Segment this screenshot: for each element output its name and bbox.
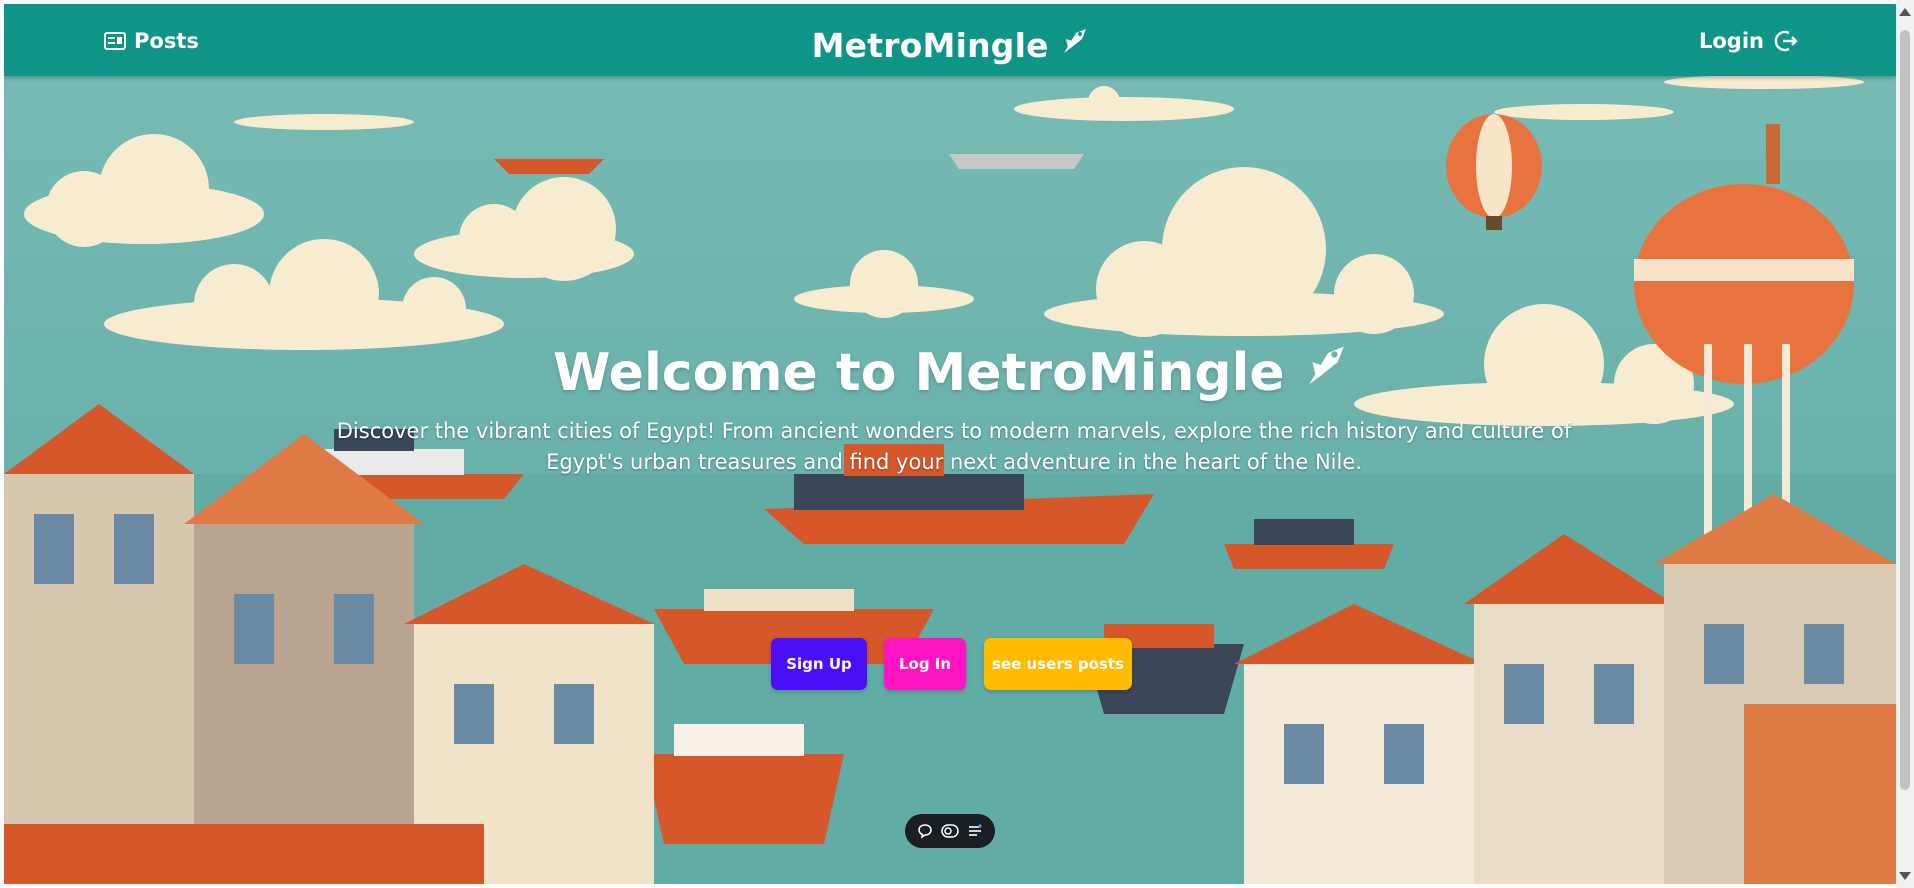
sign-out-icon bbox=[1774, 30, 1798, 52]
toggle-icon[interactable] bbox=[941, 824, 959, 838]
browser-viewport: Posts MetroMingle Login Welcome to Metro… bbox=[4, 4, 1896, 884]
scroll-up-arrow-icon[interactable] bbox=[1899, 8, 1911, 16]
nav-login-label: Login bbox=[1699, 29, 1764, 53]
floating-toolbar bbox=[905, 814, 995, 848]
brand-name: MetroMingle bbox=[811, 26, 1049, 65]
signup-button[interactable]: Sign Up bbox=[771, 638, 867, 690]
brand-logo[interactable]: MetroMingle bbox=[4, 24, 1896, 65]
see-users-posts-button[interactable]: see users posts bbox=[984, 638, 1132, 690]
scrollbar-thumb[interactable] bbox=[1900, 30, 1910, 790]
chat-bubble-icon[interactable] bbox=[917, 823, 933, 839]
hero-title-text: Welcome to MetroMingle bbox=[553, 343, 1285, 403]
top-navbar: Posts MetroMingle Login bbox=[4, 4, 1896, 76]
login-button[interactable]: Log In bbox=[884, 638, 966, 690]
nav-login-link[interactable]: Login bbox=[1699, 29, 1798, 53]
vertical-scrollbar[interactable] bbox=[1896, 0, 1914, 888]
hero-subtitle: Discover the vibrant cities of Egypt! Fr… bbox=[336, 419, 1572, 474]
rocket-bird-icon bbox=[1303, 342, 1347, 405]
rocket-bird-icon bbox=[1060, 26, 1088, 65]
scroll-down-arrow-icon[interactable] bbox=[1899, 872, 1911, 880]
hero-title: Welcome to MetroMingle bbox=[4, 340, 1896, 405]
list-settings-icon[interactable] bbox=[967, 823, 983, 839]
